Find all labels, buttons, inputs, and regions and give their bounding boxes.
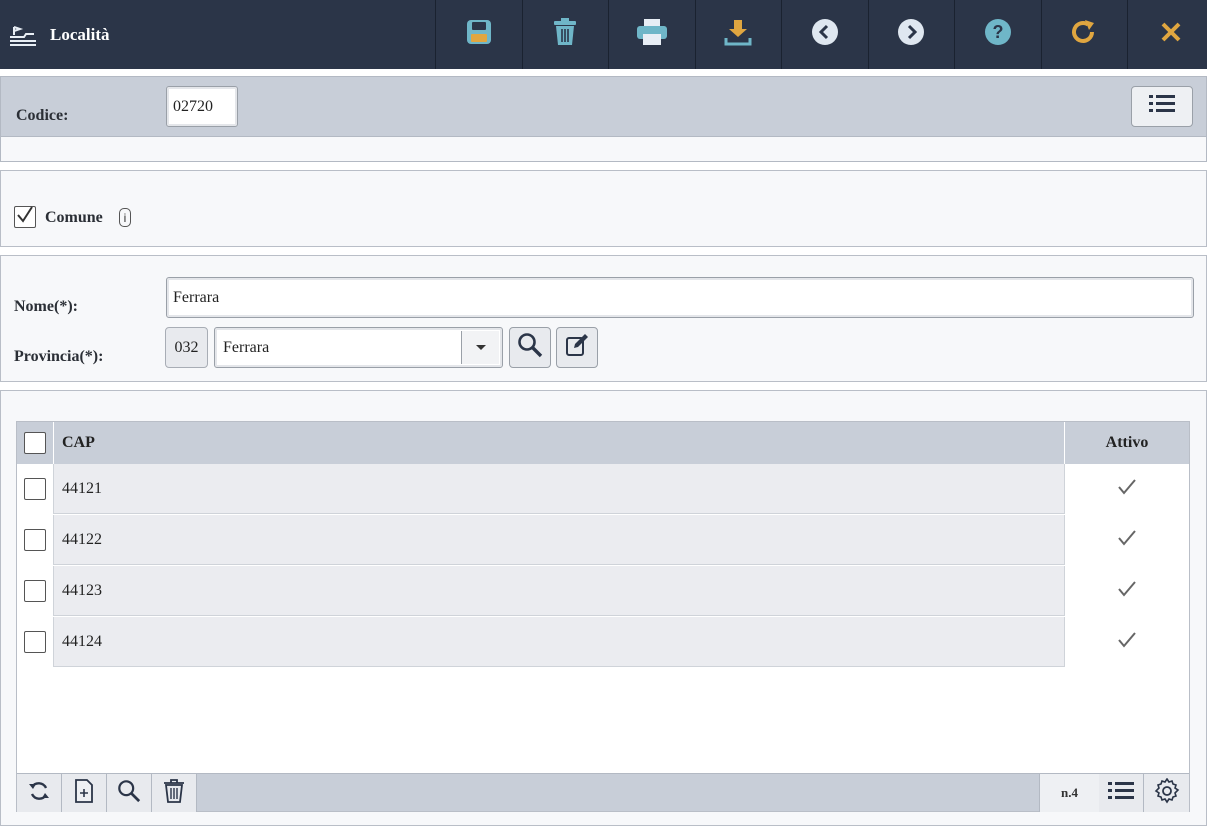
- next-button[interactable]: [867, 0, 955, 69]
- codice-field[interactable]: 02720: [166, 86, 238, 127]
- trash-icon: [163, 778, 185, 808]
- printer-icon: [636, 18, 668, 51]
- cap-cell: 44123: [62, 582, 102, 599]
- attivo-cell: [1064, 566, 1189, 616]
- grid-delete-button[interactable]: [152, 774, 197, 812]
- checkmark-icon: [1117, 580, 1137, 603]
- search-icon: [117, 779, 141, 808]
- floppy-disk-icon: [465, 18, 493, 51]
- codice-label: Codice:: [16, 107, 69, 124]
- column-header-attivo[interactable]: Attivo: [1065, 434, 1189, 452]
- row-select-cell: [17, 464, 54, 514]
- table-row[interactable]: 44122: [17, 515, 1189, 565]
- comune-label: Comune: [45, 209, 103, 226]
- list-view-button[interactable]: [1131, 86, 1193, 127]
- chevron-left-circle-icon: [811, 18, 839, 51]
- row-checkbox[interactable]: [24, 580, 46, 602]
- title-area: Località: [0, 0, 435, 69]
- checkmark-icon: [1117, 478, 1137, 501]
- print-button[interactable]: [608, 0, 695, 69]
- provincia-edit-button[interactable]: [556, 327, 598, 368]
- provincia-select[interactable]: Ferrara: [214, 327, 503, 368]
- grid-settings-button[interactable]: [1144, 774, 1189, 812]
- comune-panel: Comune i: [0, 170, 1207, 247]
- edit-icon: [565, 333, 589, 362]
- table-row[interactable]: 44123: [17, 566, 1189, 616]
- codice-value: 02720: [173, 97, 213, 115]
- grid-refresh-button[interactable]: [17, 774, 62, 812]
- window-title: Località: [50, 24, 110, 44]
- row-select-cell: [17, 566, 54, 616]
- cap-cell: 44122: [62, 531, 102, 548]
- list-icon: [1148, 93, 1176, 120]
- previous-button[interactable]: [781, 0, 868, 69]
- row-checkbox[interactable]: [24, 529, 46, 551]
- download-icon: [724, 18, 752, 51]
- select-all-checkbox[interactable]: [24, 432, 46, 454]
- svg-text:?: ?: [992, 22, 1003, 42]
- save-button[interactable]: [435, 0, 522, 69]
- attivo-cell: [1064, 515, 1189, 565]
- info-icon[interactable]: i: [119, 208, 131, 227]
- title-bar: Località ?: [0, 0, 1207, 69]
- comune-checkbox[interactable]: [14, 205, 36, 229]
- grid-search-button[interactable]: [107, 774, 152, 812]
- checkmark-icon: [1117, 529, 1137, 552]
- provincia-value: Ferrara: [223, 338, 270, 356]
- provincia-code: 032: [165, 327, 208, 368]
- nome-label: Nome(*):: [14, 298, 78, 315]
- refresh-button[interactable]: [1040, 0, 1128, 69]
- details-panel: Nome(*): Ferrara Provincia(*): 032 Ferra…: [0, 255, 1207, 382]
- cap-cell: 44124: [62, 633, 102, 650]
- select-all-cell: [17, 422, 54, 464]
- checkmark-icon: [1117, 631, 1137, 654]
- cap-cell: 44121: [62, 480, 102, 497]
- chevron-right-circle-icon: [897, 18, 925, 51]
- search-icon: [517, 332, 543, 363]
- nome-value: Ferrara: [173, 288, 220, 306]
- close-button[interactable]: [1127, 0, 1207, 69]
- grid-header: CAP Attivo: [17, 422, 1189, 464]
- header-subpanel: [0, 136, 1207, 162]
- redo-icon: [1070, 18, 1098, 51]
- nome-input[interactable]: Ferrara: [166, 277, 1194, 318]
- close-icon: [1159, 20, 1183, 49]
- list-icon: [1107, 780, 1135, 807]
- attivo-cell: [1064, 464, 1189, 514]
- help-button[interactable]: ?: [954, 0, 1041, 69]
- row-checkbox[interactable]: [24, 478, 46, 500]
- download-button[interactable]: [694, 0, 782, 69]
- cap-grid: CAP Attivo 44121 44122 44123 44124 n.4: [16, 421, 1190, 812]
- new-document-icon: [74, 778, 94, 808]
- refresh-icon: [28, 780, 50, 807]
- gear-icon: [1154, 777, 1180, 809]
- record-count: n.4: [1039, 774, 1099, 812]
- grid-list-button[interactable]: [1099, 774, 1144, 812]
- table-row[interactable]: 44124: [17, 617, 1189, 667]
- provincia-label: Provincia(*):: [14, 348, 104, 365]
- trash-icon: [552, 18, 578, 51]
- ship-landing-icon: [8, 23, 38, 47]
- header-panel: Codice: 02720: [0, 76, 1207, 136]
- attivo-cell: [1064, 617, 1189, 667]
- chevron-down-icon[interactable]: [461, 331, 499, 364]
- row-select-cell: [17, 515, 54, 565]
- provincia-search-button[interactable]: [509, 327, 551, 368]
- row-select-cell: [17, 617, 54, 667]
- grid-footer: n.4: [17, 773, 1189, 812]
- checkmark-icon: [16, 205, 34, 229]
- question-circle-icon: ?: [984, 18, 1012, 51]
- toolbar: ?: [435, 0, 1207, 69]
- delete-button[interactable]: [521, 0, 609, 69]
- table-row[interactable]: 44121: [17, 464, 1189, 514]
- column-header-cap[interactable]: CAP: [62, 434, 95, 452]
- grid-add-button[interactable]: [62, 774, 107, 812]
- provincia-code-value: 032: [174, 338, 199, 356]
- row-checkbox[interactable]: [24, 631, 46, 653]
